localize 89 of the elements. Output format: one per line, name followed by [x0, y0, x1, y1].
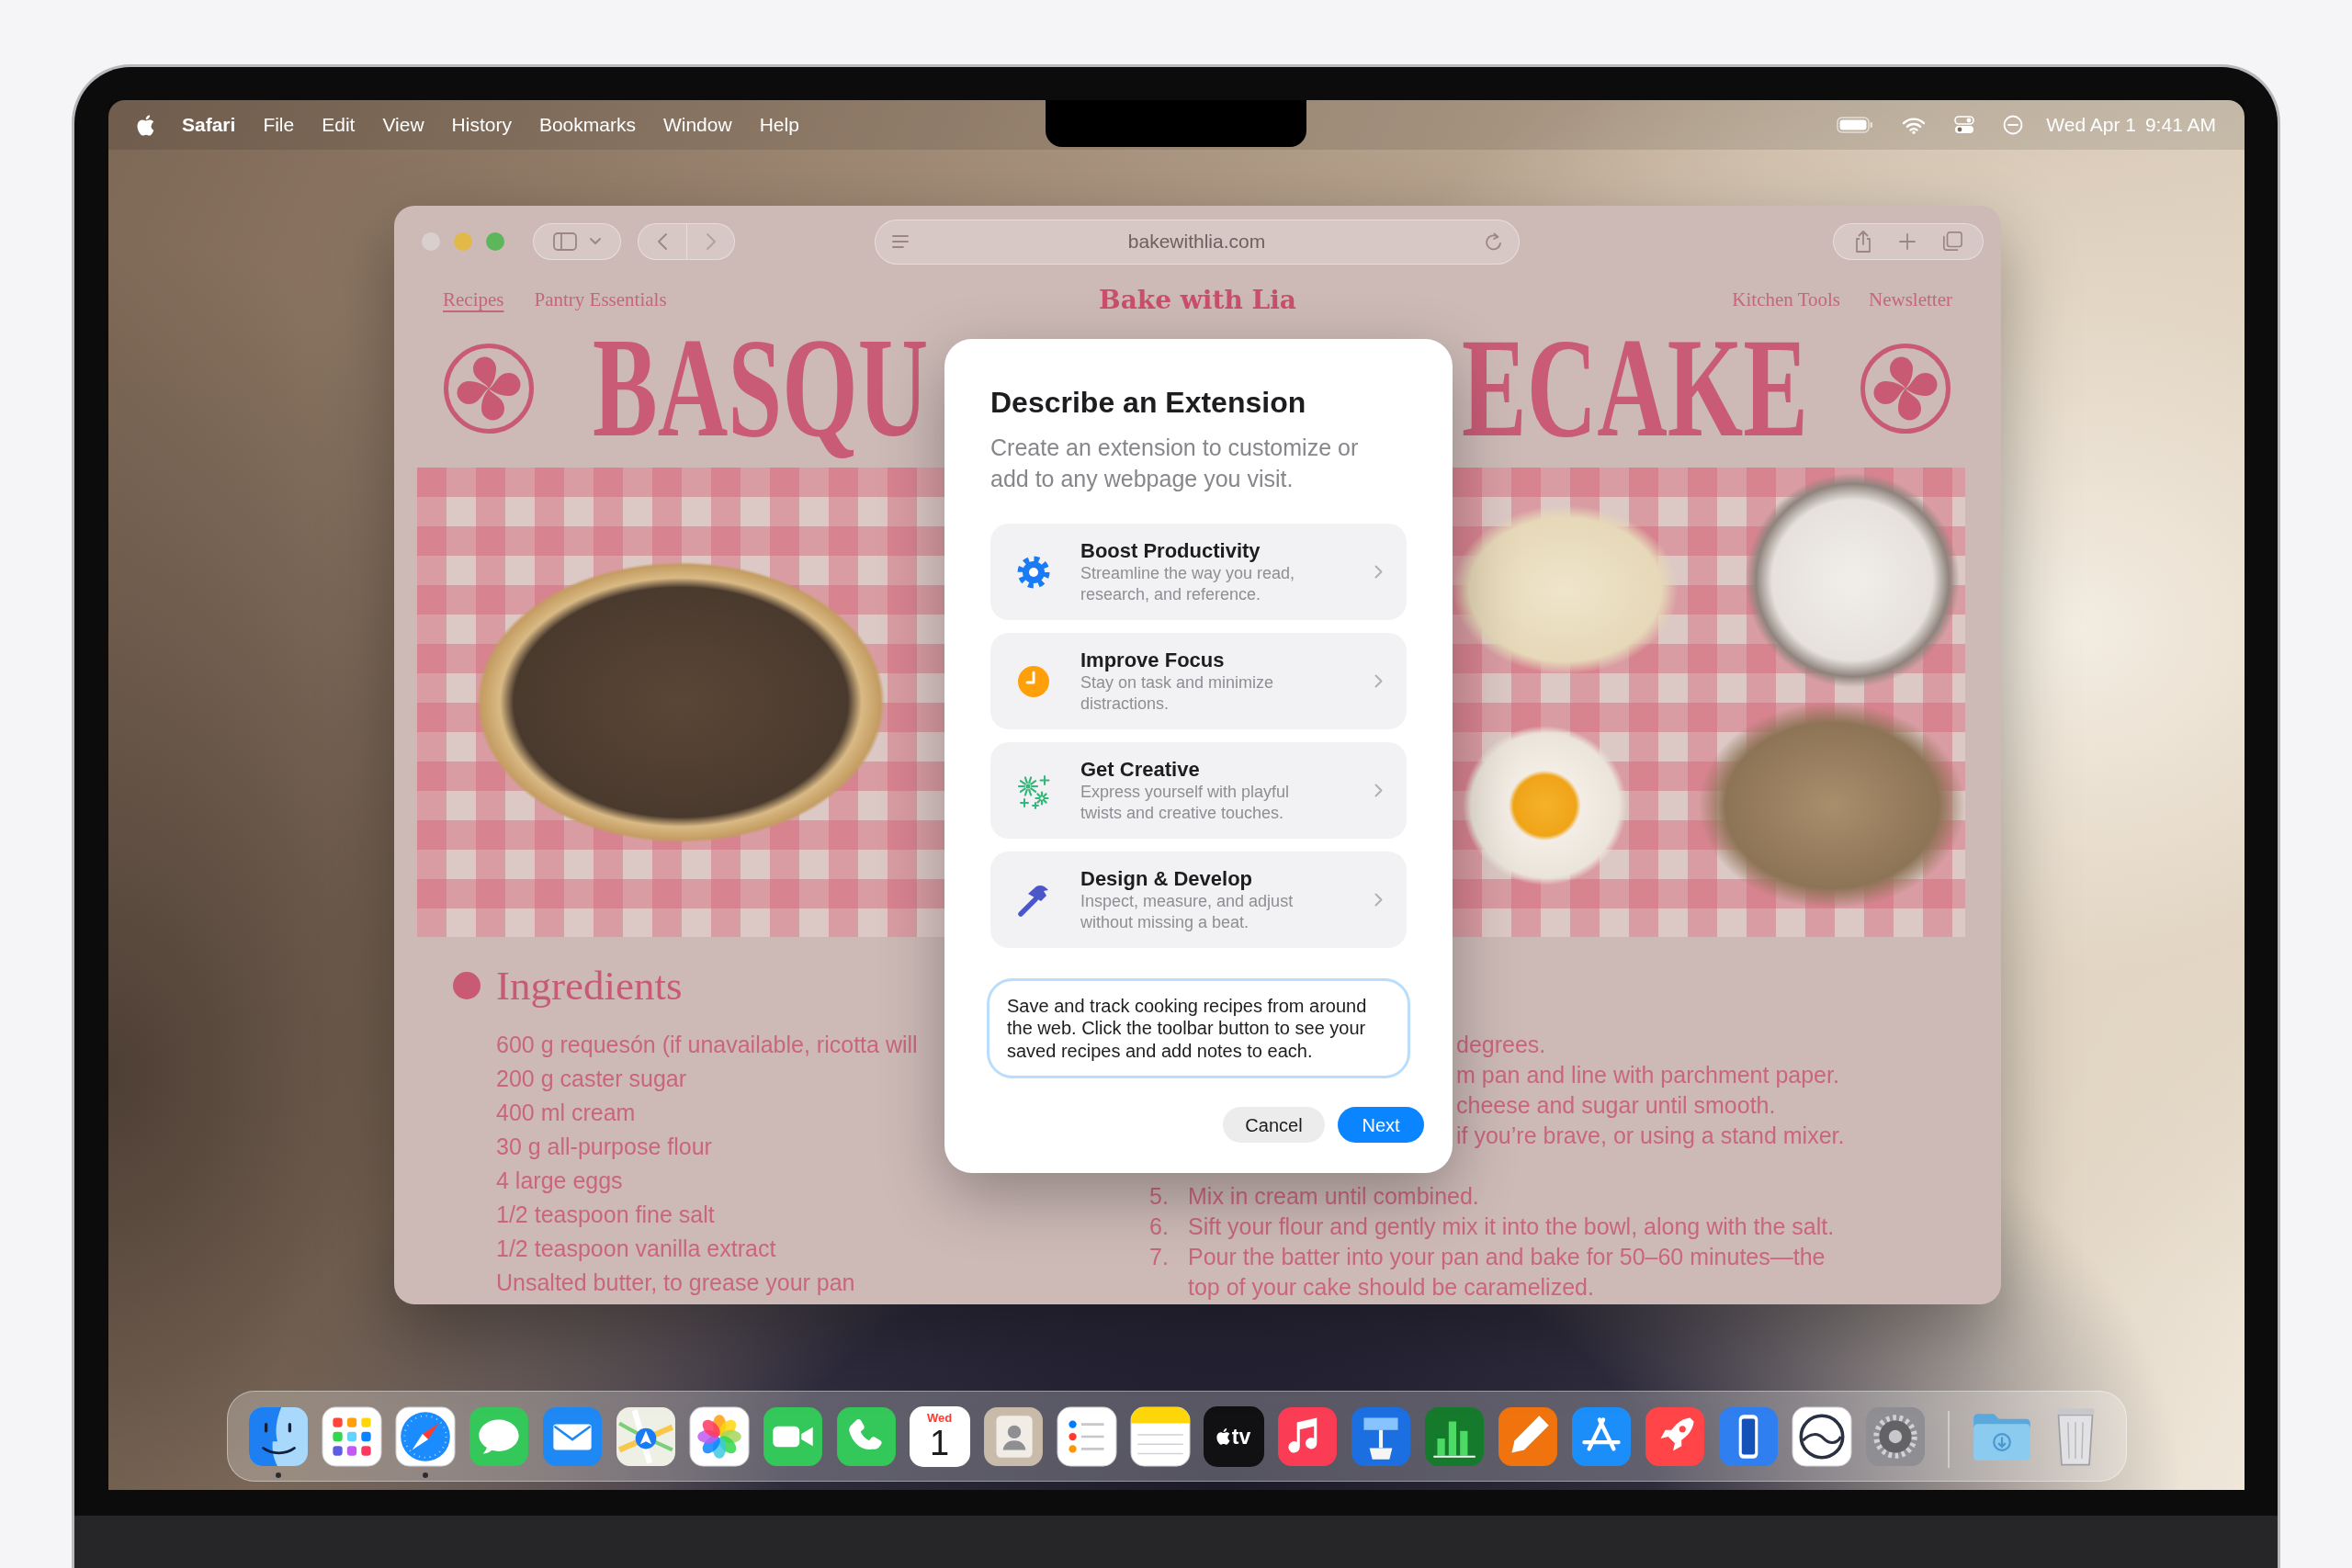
page-title: ECAKE	[1462, 317, 1808, 459]
chevron-right-icon	[1374, 893, 1383, 907]
podium-icon[interactable]	[1350, 1406, 1411, 1467]
sidebar-icon	[553, 232, 577, 251]
chevron-right-icon	[1374, 784, 1383, 797]
calendar-weekday: Wed	[926, 1412, 953, 1425]
menu-item[interactable]: Window	[662, 110, 732, 140]
speech-bubble-icon[interactable]	[468, 1406, 529, 1467]
step-number: 5.	[1149, 1182, 1170, 1211]
map-icon[interactable]	[615, 1406, 676, 1467]
back-button[interactable]	[638, 223, 686, 260]
menu-item[interactable]: Bookmarks	[538, 110, 636, 140]
site-title: Bake with Lia	[1099, 284, 1296, 317]
step-text: Pour the batter into your pan and bake for 50–60 minutes—the top of your cake should be caramelized.	[1188, 1243, 1826, 1302]
step-number: 6.	[1149, 1213, 1170, 1241]
ingredient-item: 30 g all-purpose flour	[496, 1133, 712, 1161]
battery-icon[interactable]	[1837, 117, 1874, 133]
plus-icon	[1899, 233, 1916, 250]
music-note-icon[interactable]	[1276, 1406, 1338, 1467]
step-text: if you’re brave, or using a stand mixer.	[1456, 1122, 1845, 1150]
apple-icon	[1216, 1428, 1230, 1445]
envelope-icon[interactable]	[541, 1406, 603, 1467]
address-field[interactable]: bakewithlia.com	[875, 219, 1520, 265]
flower-icon[interactable]	[688, 1406, 750, 1467]
checklist-icon[interactable]	[1056, 1406, 1117, 1467]
phone-icon[interactable]	[835, 1406, 897, 1467]
wifi-icon[interactable]	[1902, 116, 1927, 134]
ingredient-item: 4 large eggs	[496, 1167, 623, 1195]
chevron-right-icon	[1374, 565, 1383, 579]
menu-item[interactable]: History	[451, 110, 512, 140]
cancel-button[interactable]: Cancel	[1223, 1107, 1325, 1143]
menu-item[interactable]: View	[382, 110, 424, 140]
video-camera-icon[interactable]	[762, 1406, 823, 1467]
minus-circle-icon[interactable]	[2003, 115, 2024, 135]
settings-icon[interactable]	[1864, 1406, 1926, 1467]
share-icon	[1854, 230, 1873, 254]
page-title: BASQU	[593, 317, 929, 459]
tabs-icon	[1941, 231, 1962, 252]
apple-icon[interactable]	[137, 114, 154, 136]
calendar-icon[interactable]: Wed 1	[909, 1406, 970, 1467]
ingredient-item: 200 g caster sugar	[496, 1065, 687, 1093]
category-option[interactable]: Design & Develop Inspect, measure, and adjust without missing a beat.	[990, 852, 1407, 948]
step-text: m pan and line with parchment paper.	[1456, 1061, 1839, 1089]
ingredient-item: 1/2 teaspoon fine salt	[496, 1201, 715, 1229]
step-text: Mix in cream until combined.	[1188, 1182, 1479, 1211]
notepad-icon[interactable]	[1129, 1406, 1191, 1467]
ingredient-item: 400 ml cream	[496, 1099, 636, 1127]
bar-chart-icon[interactable]	[1423, 1406, 1485, 1467]
contact-card-icon[interactable]	[982, 1406, 1044, 1467]
pinwheel-icon	[443, 342, 535, 434]
step-text: cheese and sugar until smooth.	[1456, 1091, 1776, 1120]
app-menu[interactable]: Safari	[182, 110, 236, 140]
step-number: 7.	[1149, 1243, 1170, 1271]
description-field[interactable]: Save and track cooking recipes from around the web. Click the toolbar button to see your saved recipes and add notes to each.	[987, 978, 1410, 1078]
tv-icon[interactable]: tv	[1203, 1406, 1264, 1467]
category-option[interactable]: Get Creative Express yourself with playful twists and creative touches.	[990, 742, 1407, 839]
section-heading: Ingredients	[496, 963, 683, 1009]
pencil-icon[interactable]	[1497, 1406, 1558, 1467]
menu-item[interactable]: File	[263, 110, 295, 140]
pinwheel-icon	[1860, 342, 1951, 434]
app-grid-icon[interactable]	[321, 1406, 382, 1467]
next-button[interactable]: Next	[1338, 1107, 1424, 1143]
step-text: degrees.	[1456, 1031, 1546, 1059]
category-option[interactable]: Boost Productivity Streamline the way you read, research, and reference.	[990, 524, 1407, 620]
compass-icon[interactable]	[394, 1406, 456, 1467]
rocket-icon[interactable]	[1644, 1406, 1705, 1467]
tv-label: tv	[1231, 1426, 1251, 1448]
ingredient-item: 1/2 teaspoon vanilla extract	[496, 1235, 776, 1263]
dialog-subtitle: Create an extension to customize or add to any webpage you visit.	[990, 434, 1360, 493]
calendar-day: 1	[929, 1425, 950, 1461]
smiling-face-icon[interactable]	[247, 1406, 309, 1467]
sidebar-button[interactable]	[533, 223, 621, 260]
ingredient-item: 600 g requesón (if unavailable, ricotta will	[496, 1031, 918, 1059]
chevron-left-icon	[658, 233, 667, 250]
chevron-right-icon	[706, 233, 716, 250]
menu-item[interactable]: Help	[759, 110, 799, 140]
smartphone-icon[interactable]	[1717, 1406, 1779, 1467]
menu-item[interactable]: Edit	[322, 110, 356, 140]
caret-icon	[590, 238, 601, 245]
dialog-title: Describe an Extension	[990, 385, 1307, 421]
dot-icon	[453, 972, 481, 999]
chevron-right-icon	[1374, 674, 1383, 688]
reader-icon[interactable]	[892, 235, 909, 248]
category-option[interactable]: Improve Focus Stay on task and minimize distractions.	[990, 633, 1407, 729]
ingredient-item: Unsalted butter, to grease your pan	[496, 1269, 855, 1297]
letter-a-icon[interactable]	[1570, 1406, 1632, 1467]
reload-icon[interactable]	[1485, 231, 1503, 252]
toggles-icon[interactable]	[1954, 115, 1975, 135]
step-text: Sift your flour and gently mix it into the bowl, along with the salt.	[1188, 1213, 1835, 1241]
